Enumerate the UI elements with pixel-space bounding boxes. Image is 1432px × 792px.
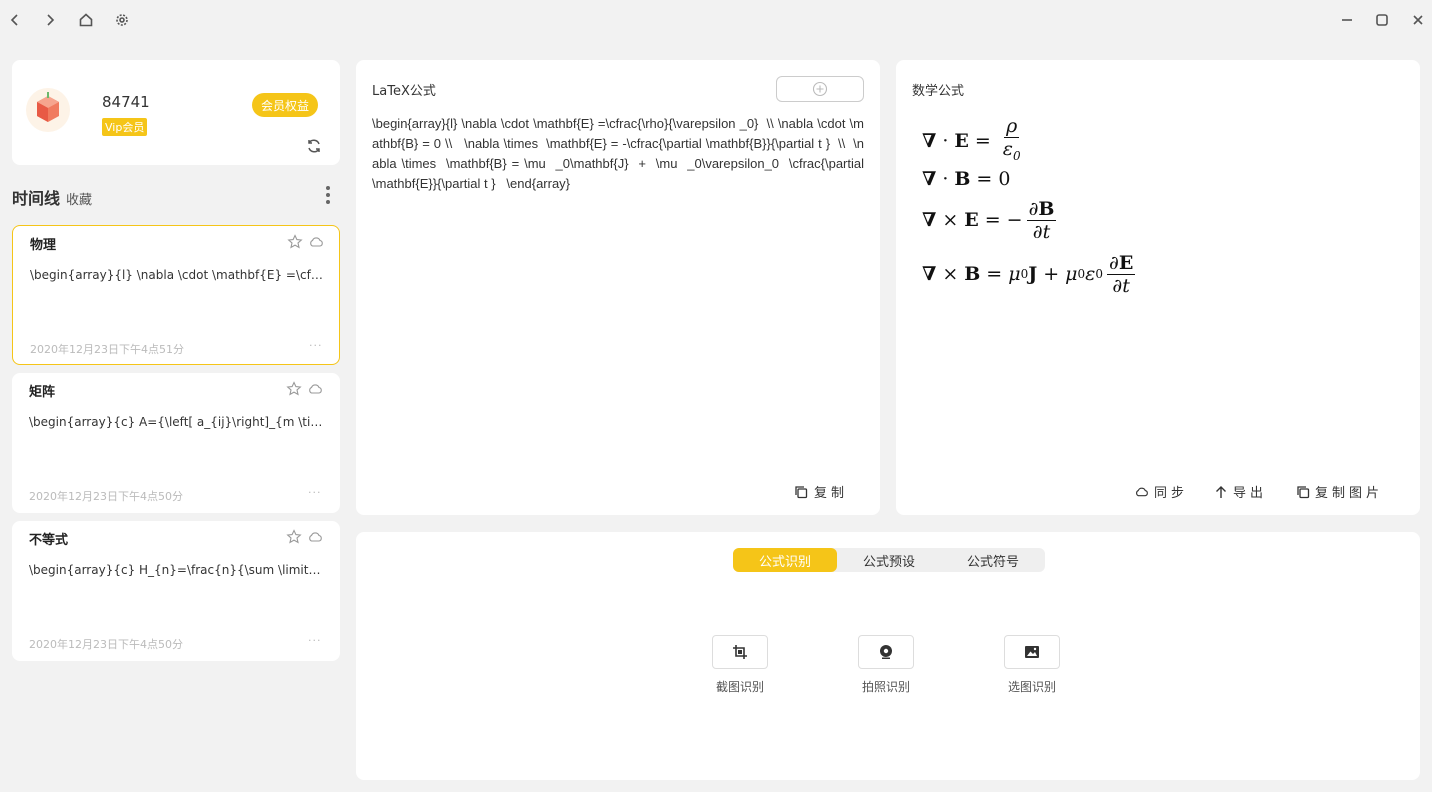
math-panel-title: 数学公式 — [912, 84, 965, 99]
more-menu-button[interactable] — [318, 183, 338, 207]
latex-panel-title: LaTeX公式 — [372, 84, 436, 99]
history-item[interactable]: 不等式 \begin{array}{c} H_{n}=\frac{n}{\sum… — [12, 521, 340, 661]
chevron-right-icon — [47, 14, 55, 26]
formula-line: ∇ × B = μ 0 J + μ 0 ε 0 ∂E ∂t — [922, 251, 1136, 297]
arrow-up-icon — [1216, 485, 1226, 498]
avatar-logo-icon — [37, 92, 59, 122]
refresh-icon — [308, 139, 320, 153]
history-item-title: 矩阵 — [29, 385, 56, 400]
tool-icon-box[interactable] — [858, 635, 914, 669]
history-item-date: 2020年12月23日下午4点50分 — [29, 638, 183, 651]
recognition-panel: 公式识别 公式预设 公式符号 截图识别 拍照识别 选图识别 — [356, 532, 1420, 780]
formula-line: ∇ · B = 0 — [922, 168, 1011, 190]
formula-line: ∇ · E = ρ ε0 — [922, 115, 1021, 163]
vip-badge: Vip会员 — [102, 118, 148, 136]
camera-recognition-button[interactable]: 拍照识别 — [841, 635, 931, 695]
cloud-icon[interactable] — [308, 234, 324, 250]
minimize-button[interactable] — [1337, 10, 1357, 30]
member-benefits-button[interactable]: 会员权益 — [252, 93, 318, 117]
forward-button[interactable] — [40, 10, 60, 30]
history-item-more-icon[interactable]: ··· — [308, 486, 322, 499]
copy-latex-button[interactable]: 复制 — [794, 482, 848, 501]
history-item-more-icon[interactable]: ··· — [308, 634, 322, 647]
tool-label: 截图识别 — [715, 680, 764, 694]
sync-label: 同步 — [1154, 486, 1189, 501]
more-dot-icon — [326, 200, 330, 204]
copy-image-button[interactable]: 复制图片 — [1296, 482, 1383, 501]
history-item-more-icon[interactable]: ··· — [309, 339, 323, 352]
history-item-title: 不等式 — [29, 533, 69, 548]
maximize-button[interactable] — [1372, 10, 1392, 30]
tab-formula-presets[interactable]: 公式预设 — [837, 548, 941, 572]
latex-editor-panel: LaTeX公式 \begin{array}{l} \nabla \cdot \m… — [356, 60, 880, 515]
more-dot-icon — [326, 193, 330, 197]
plus-circle-icon — [812, 81, 828, 97]
history-item-preview: \begin{array}{l} \nabla \cdot \mathbf{E}… — [30, 268, 326, 282]
tab-formula-recognition[interactable]: 公式识别 — [733, 548, 837, 572]
crop-icon — [733, 645, 747, 659]
history-item-title: 物理 — [30, 238, 57, 253]
home-icon — [79, 13, 93, 27]
favorites-tab[interactable]: 收藏 — [66, 189, 92, 208]
history-item-date: 2020年12月23日下午4点51分 — [30, 343, 184, 356]
close-button[interactable] — [1408, 10, 1428, 30]
image-recognition-button[interactable]: 选图识别 — [987, 635, 1077, 695]
copy-label: 复制 — [814, 486, 849, 501]
tab-formula-symbols[interactable]: 公式符号 — [941, 548, 1045, 572]
chevron-left-icon — [10, 14, 18, 26]
history-item[interactable]: 矩阵 \begin{array}{c} A={\left[ a_{ij}\rig… — [12, 373, 340, 513]
history-item-preview: \begin{array}{c} A={\left[ a_{ij}\right]… — [29, 415, 325, 429]
username: 84741 — [102, 93, 150, 111]
mode-tabs: 公式识别 公式预设 公式符号 — [733, 548, 1045, 572]
latex-input[interactable]: \begin{array}{l} \nabla \cdot \mathbf{E}… — [372, 114, 864, 194]
add-formula-button[interactable] — [776, 76, 864, 102]
star-icon[interactable] — [286, 381, 302, 397]
minimize-icon — [1342, 19, 1352, 21]
export-button[interactable]: 导出 — [1214, 482, 1267, 501]
settings-button[interactable] — [112, 10, 132, 30]
title-bar — [0, 0, 1432, 40]
timeline-tab[interactable]: 时间线 — [12, 185, 60, 209]
history-item-preview: \begin{array}{c} H_{n}=\frac{n}{\sum \li… — [29, 563, 325, 577]
avatar[interactable] — [26, 88, 70, 132]
back-button[interactable] — [5, 10, 25, 30]
copy-image-label: 复制图片 — [1315, 486, 1384, 501]
math-preview-panel: 数学公式 ∇ · E = ρ ε0 ∇ · B = 0 ∇ × E = − ∂B ∂t ∇ × B = μ 0 J +… — [896, 60, 1420, 515]
screenshot-recognition-button[interactable]: 截图识别 — [695, 635, 785, 695]
cloud-icon[interactable] — [307, 529, 323, 545]
sync-button[interactable]: 同步 — [1134, 482, 1188, 501]
profile-card: 84741 Vip会员 会员权益 — [12, 60, 340, 165]
close-icon — [1413, 15, 1423, 25]
formula-line: ∇ × E = − ∂B ∂t — [922, 197, 1057, 243]
cloud-icon — [1136, 487, 1148, 497]
tool-label: 选图识别 — [1007, 680, 1056, 694]
star-icon[interactable] — [286, 529, 302, 545]
tool-icon-box[interactable] — [1004, 635, 1060, 669]
copy-icon — [1297, 485, 1310, 498]
tool-label: 拍照识别 — [861, 680, 910, 694]
copy-icon — [795, 485, 808, 498]
history-item-date: 2020年12月23日下午4点50分 — [29, 490, 183, 503]
star-icon[interactable] — [287, 234, 303, 250]
gear-icon — [116, 14, 128, 26]
cloud-icon[interactable] — [307, 381, 323, 397]
more-dot-icon — [326, 186, 330, 190]
image-icon — [1025, 646, 1039, 658]
history-item[interactable]: 物理 \begin{array}{l} \nabla \cdot \mathbf… — [12, 225, 340, 365]
home-button[interactable] — [76, 10, 96, 30]
refresh-button[interactable] — [304, 136, 324, 156]
camera-icon — [880, 645, 892, 659]
tool-icon-box[interactable] — [712, 635, 768, 669]
export-label: 导出 — [1233, 486, 1268, 501]
rendered-formula: ∇ · E = ρ ε0 ∇ · B = 0 ∇ × E = − ∂B ∂t ∇ × B = μ 0 J + μ 0 ε 0 … — [922, 115, 1139, 300]
maximize-icon — [1376, 14, 1388, 26]
